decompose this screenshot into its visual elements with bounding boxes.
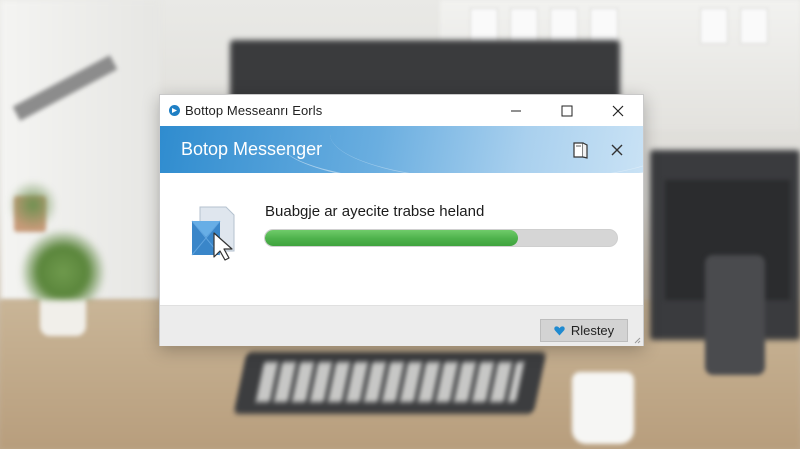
minimize-icon — [510, 110, 521, 111]
close-icon[interactable] — [606, 139, 628, 161]
header-banner: Botop Messenger — [160, 126, 643, 173]
desktop-scene: Bottop Messeanrı Eorls Botop Messenger B… — [0, 0, 800, 449]
messenger-dialog: Bottop Messeanrı Eorls Botop Messenger B… — [159, 94, 644, 346]
dialog-content: Buabgje ar ayecite trabse heland — [160, 173, 643, 305]
window-controls — [490, 95, 643, 126]
close-icon — [612, 105, 623, 116]
background-binder — [700, 8, 728, 44]
background-binder — [590, 8, 618, 44]
status-text: Buabgje ar ayecite trabse heland — [265, 203, 485, 220]
background-keyboard-keys — [255, 362, 525, 402]
background-binder — [510, 8, 538, 44]
banner-title: Botop Messenger — [181, 139, 323, 159]
background-plant — [8, 180, 58, 230]
progress-bar — [264, 229, 618, 247]
progress-bar-fill — [265, 230, 519, 246]
heart-icon — [554, 325, 565, 335]
resize-grip-icon[interactable] — [633, 336, 641, 344]
window-title: Bottop Messeanrı Eorls — [185, 103, 323, 118]
retry-button-label: Rlestey — [570, 323, 615, 338]
app-logo-icon — [169, 105, 180, 116]
background-speaker — [705, 255, 765, 375]
banner-decoration — [330, 126, 643, 173]
background-binder — [470, 8, 498, 44]
dialog-footer: Rlestey — [160, 305, 643, 346]
background-binder — [550, 8, 578, 44]
maximize-icon — [561, 105, 572, 116]
minimize-button[interactable] — [490, 95, 541, 126]
document-cursor-icon — [191, 206, 235, 261]
book-icon[interactable] — [570, 139, 592, 161]
background-mug — [572, 372, 634, 444]
background-plant — [18, 230, 108, 300]
title-bar[interactable]: Bottop Messeanrı Eorls — [160, 95, 643, 126]
retry-button[interactable]: Rlestey — [540, 319, 628, 342]
maximize-button[interactable] — [541, 95, 592, 126]
background-binder — [740, 8, 768, 44]
close-window-button[interactable] — [592, 95, 643, 126]
